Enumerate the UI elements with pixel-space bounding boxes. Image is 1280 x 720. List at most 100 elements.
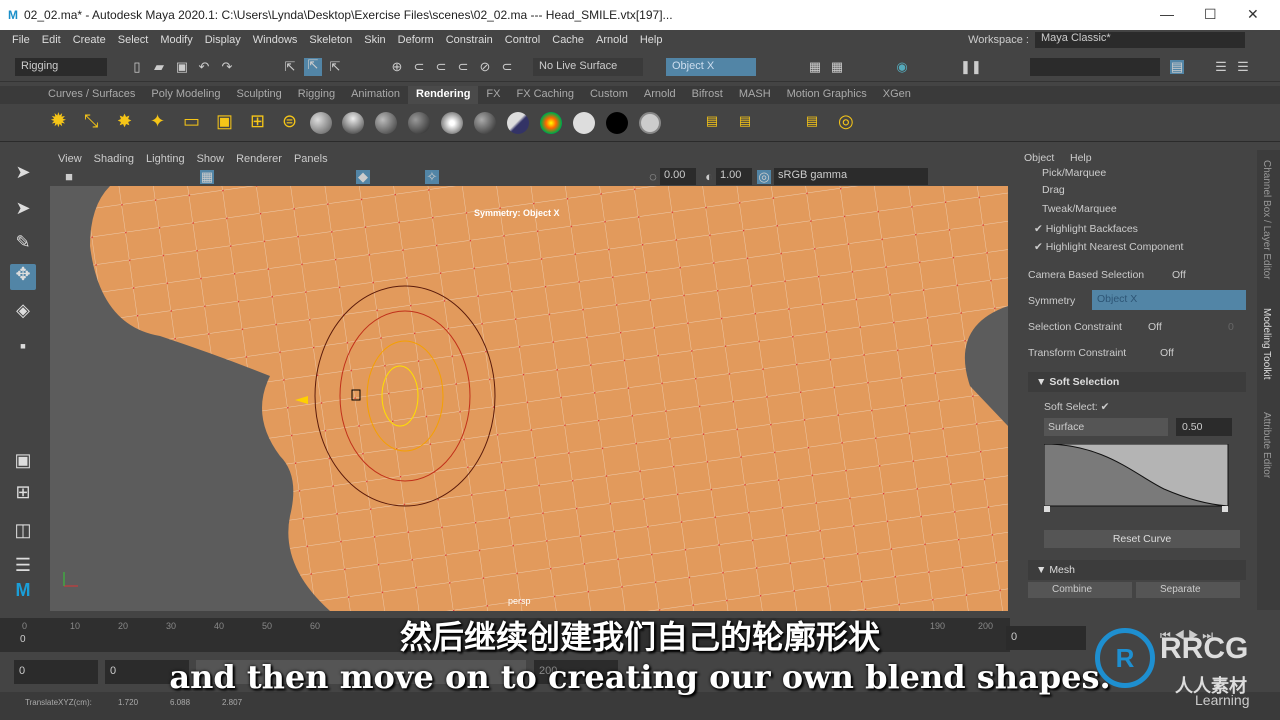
save-scene-icon[interactable]: ▣ <box>175 60 189 74</box>
falloff-curve-editor[interactable] <box>1044 444 1230 514</box>
use-background-icon[interactable] <box>573 112 595 134</box>
menu-select[interactable]: Select <box>118 34 149 46</box>
tab-rigging[interactable]: Rigging <box>290 86 343 104</box>
exposure-field[interactable]: 0.00 <box>660 168 696 185</box>
menu-file[interactable]: File <box>12 34 30 46</box>
rotate-tool-icon[interactable]: ◈ <box>10 300 36 326</box>
color-management-icon[interactable]: ◎ <box>757 170 771 184</box>
tab-fx[interactable]: FX <box>478 86 508 104</box>
vp-menu-renderer[interactable]: Renderer <box>236 153 282 165</box>
soft-select-checkbox[interactable]: Soft Select: ✔ <box>1044 401 1109 413</box>
vp-menu-lighting[interactable]: Lighting <box>146 153 185 165</box>
camera-based-selection-value[interactable]: Off <box>1172 269 1186 281</box>
tab-arnold[interactable]: Arnold <box>636 86 684 104</box>
hypershade-icon[interactable]: ◎ <box>838 112 854 130</box>
render-settings-icon[interactable]: ▤ <box>738 114 752 128</box>
mtk-menu-object[interactable]: Object <box>1024 152 1054 164</box>
close-button[interactable]: ✕ <box>1247 6 1259 23</box>
menu-skeleton[interactable]: Skeleton <box>309 34 352 46</box>
arnold-render-icon[interactable]: ◉ <box>895 60 909 74</box>
xray-icon[interactable]: ✧ <box>425 170 439 184</box>
falloff-mode-select[interactable]: Surface <box>1044 418 1168 436</box>
two-view-icon[interactable]: ◫ <box>10 520 36 546</box>
directional-light-icon[interactable]: ⤡ <box>84 112 98 130</box>
camera-aim-icon[interactable]: ⊜ <box>282 112 297 130</box>
volume-light-icon[interactable]: ▣ <box>216 112 233 130</box>
area-light-icon[interactable]: ▭ <box>183 112 200 130</box>
tab-mash[interactable]: MASH <box>731 86 779 104</box>
menu-windows[interactable]: Windows <box>253 34 298 46</box>
vp-menu-panels[interactable]: Panels <box>294 153 328 165</box>
snap-grid-icon[interactable]: ⊕ <box>390 60 404 74</box>
menu-display[interactable]: Display <box>205 34 241 46</box>
paint-select-tool-icon[interactable]: ✎ <box>10 232 36 258</box>
tab-motion-graphics[interactable]: Motion Graphics <box>779 86 875 104</box>
smooth-shade-icon[interactable]: ◆ <box>356 170 370 184</box>
render-view-icon[interactable]: ▤ <box>705 114 719 128</box>
tab-sculpting[interactable]: Sculpting <box>229 86 290 104</box>
viewport-3d[interactable]: Symmetry: Object X persp <box>50 186 1008 611</box>
undo-icon[interactable]: ↶ <box>197 60 211 74</box>
lambert-icon[interactable] <box>342 112 364 134</box>
select-hierarchy-icon[interactable]: ⇱ <box>283 60 297 74</box>
tab-attribute-editor[interactable]: Attribute Editor <box>1261 412 1272 478</box>
drag-option[interactable]: Drag <box>1042 184 1065 196</box>
camera-icon[interactable]: ⊞ <box>250 112 265 130</box>
tab-rendering[interactable]: Rendering <box>408 86 479 104</box>
camera-select-icon[interactable]: ■ <box>62 170 76 184</box>
lasso-tool-icon[interactable]: ➤ <box>10 198 36 224</box>
menu-arnold[interactable]: Arnold <box>596 34 628 46</box>
symmetry-select-panel[interactable]: Object X <box>1092 290 1246 310</box>
highlight-nearest-checkbox[interactable]: ✔ Highlight Nearest Component <box>1034 241 1183 253</box>
anisotropic-icon[interactable] <box>408 112 430 134</box>
live-surface-field[interactable]: No Live Surface <box>533 58 643 76</box>
light-icon[interactable]: ✹ <box>50 111 67 131</box>
vp-menu-view[interactable]: View <box>58 153 82 165</box>
menu-modify[interactable]: Modify <box>160 34 192 46</box>
tab-poly-modeling[interactable]: Poly Modeling <box>143 86 228 104</box>
redo-icon[interactable]: ↷ <box>220 60 234 74</box>
vp-menu-shading[interactable]: Shading <box>94 153 134 165</box>
gamma-icon[interactable]: ◐ <box>702 170 716 184</box>
selection-constraint-value[interactable]: Off <box>1148 321 1162 333</box>
falloff-radius-field[interactable]: 0.50 <box>1176 418 1232 436</box>
pause-icon[interactable]: ❚❚ <box>960 60 982 74</box>
ramp-shader-icon[interactable] <box>474 112 496 134</box>
menu-control[interactable]: Control <box>505 34 540 46</box>
blinn-icon[interactable] <box>310 112 332 134</box>
phong-icon[interactable] <box>375 112 397 134</box>
grid-toggle-icon[interactable]: ▦ <box>200 170 214 184</box>
ipr-icon[interactable]: ▦ <box>830 60 844 74</box>
single-view-icon[interactable]: ▣ <box>10 450 36 476</box>
attribute-editor-icon[interactable]: ☰ <box>1236 60 1250 74</box>
tweak-marquee-option[interactable]: Tweak/Marquee <box>1042 203 1117 215</box>
select-component-icon[interactable]: ⇱ <box>328 60 342 74</box>
snap-point-icon[interactable]: ⊂ <box>434 60 448 74</box>
reset-curve-button[interactable]: Reset Curve <box>1044 530 1240 548</box>
input-line[interactable] <box>1030 58 1160 76</box>
spot-light-icon[interactable]: ✦ <box>150 112 165 130</box>
tool-settings-icon[interactable]: ☰ <box>1214 60 1228 74</box>
surface-shader-icon[interactable] <box>441 112 463 134</box>
soft-selection-header[interactable]: ▼ Soft Selection <box>1028 372 1246 392</box>
toon-icon[interactable] <box>639 112 661 134</box>
menuset-select[interactable]: Rigging <box>15 58 107 76</box>
tab-xgen[interactable]: XGen <box>875 86 919 104</box>
menu-skin[interactable]: Skin <box>364 34 385 46</box>
four-view-icon[interactable]: ⊞ <box>10 482 36 508</box>
colorspace-select[interactable]: sRGB gamma <box>774 168 928 185</box>
layered-shader-icon[interactable] <box>507 112 529 134</box>
vp-menu-show[interactable]: Show <box>197 153 225 165</box>
select-tool-icon[interactable]: ➤ <box>10 162 36 188</box>
combine-button[interactable]: Combine <box>1028 582 1132 598</box>
menu-cache[interactable]: Cache <box>552 34 584 46</box>
snap-live-icon[interactable]: ⊂ <box>500 60 514 74</box>
shadow-matte-icon[interactable] <box>606 112 628 134</box>
tab-custom[interactable]: Custom <box>582 86 636 104</box>
snap-curve-icon[interactable]: ⊂ <box>412 60 426 74</box>
new-scene-icon[interactable]: ▯ <box>130 60 144 74</box>
snap-surface-icon[interactable]: ⊘ <box>478 60 492 74</box>
tab-bifrost[interactable]: Bifrost <box>684 86 731 104</box>
tab-fx-caching[interactable]: FX Caching <box>508 86 581 104</box>
pick-marquee-option[interactable]: Pick/Marquee <box>1042 167 1106 179</box>
